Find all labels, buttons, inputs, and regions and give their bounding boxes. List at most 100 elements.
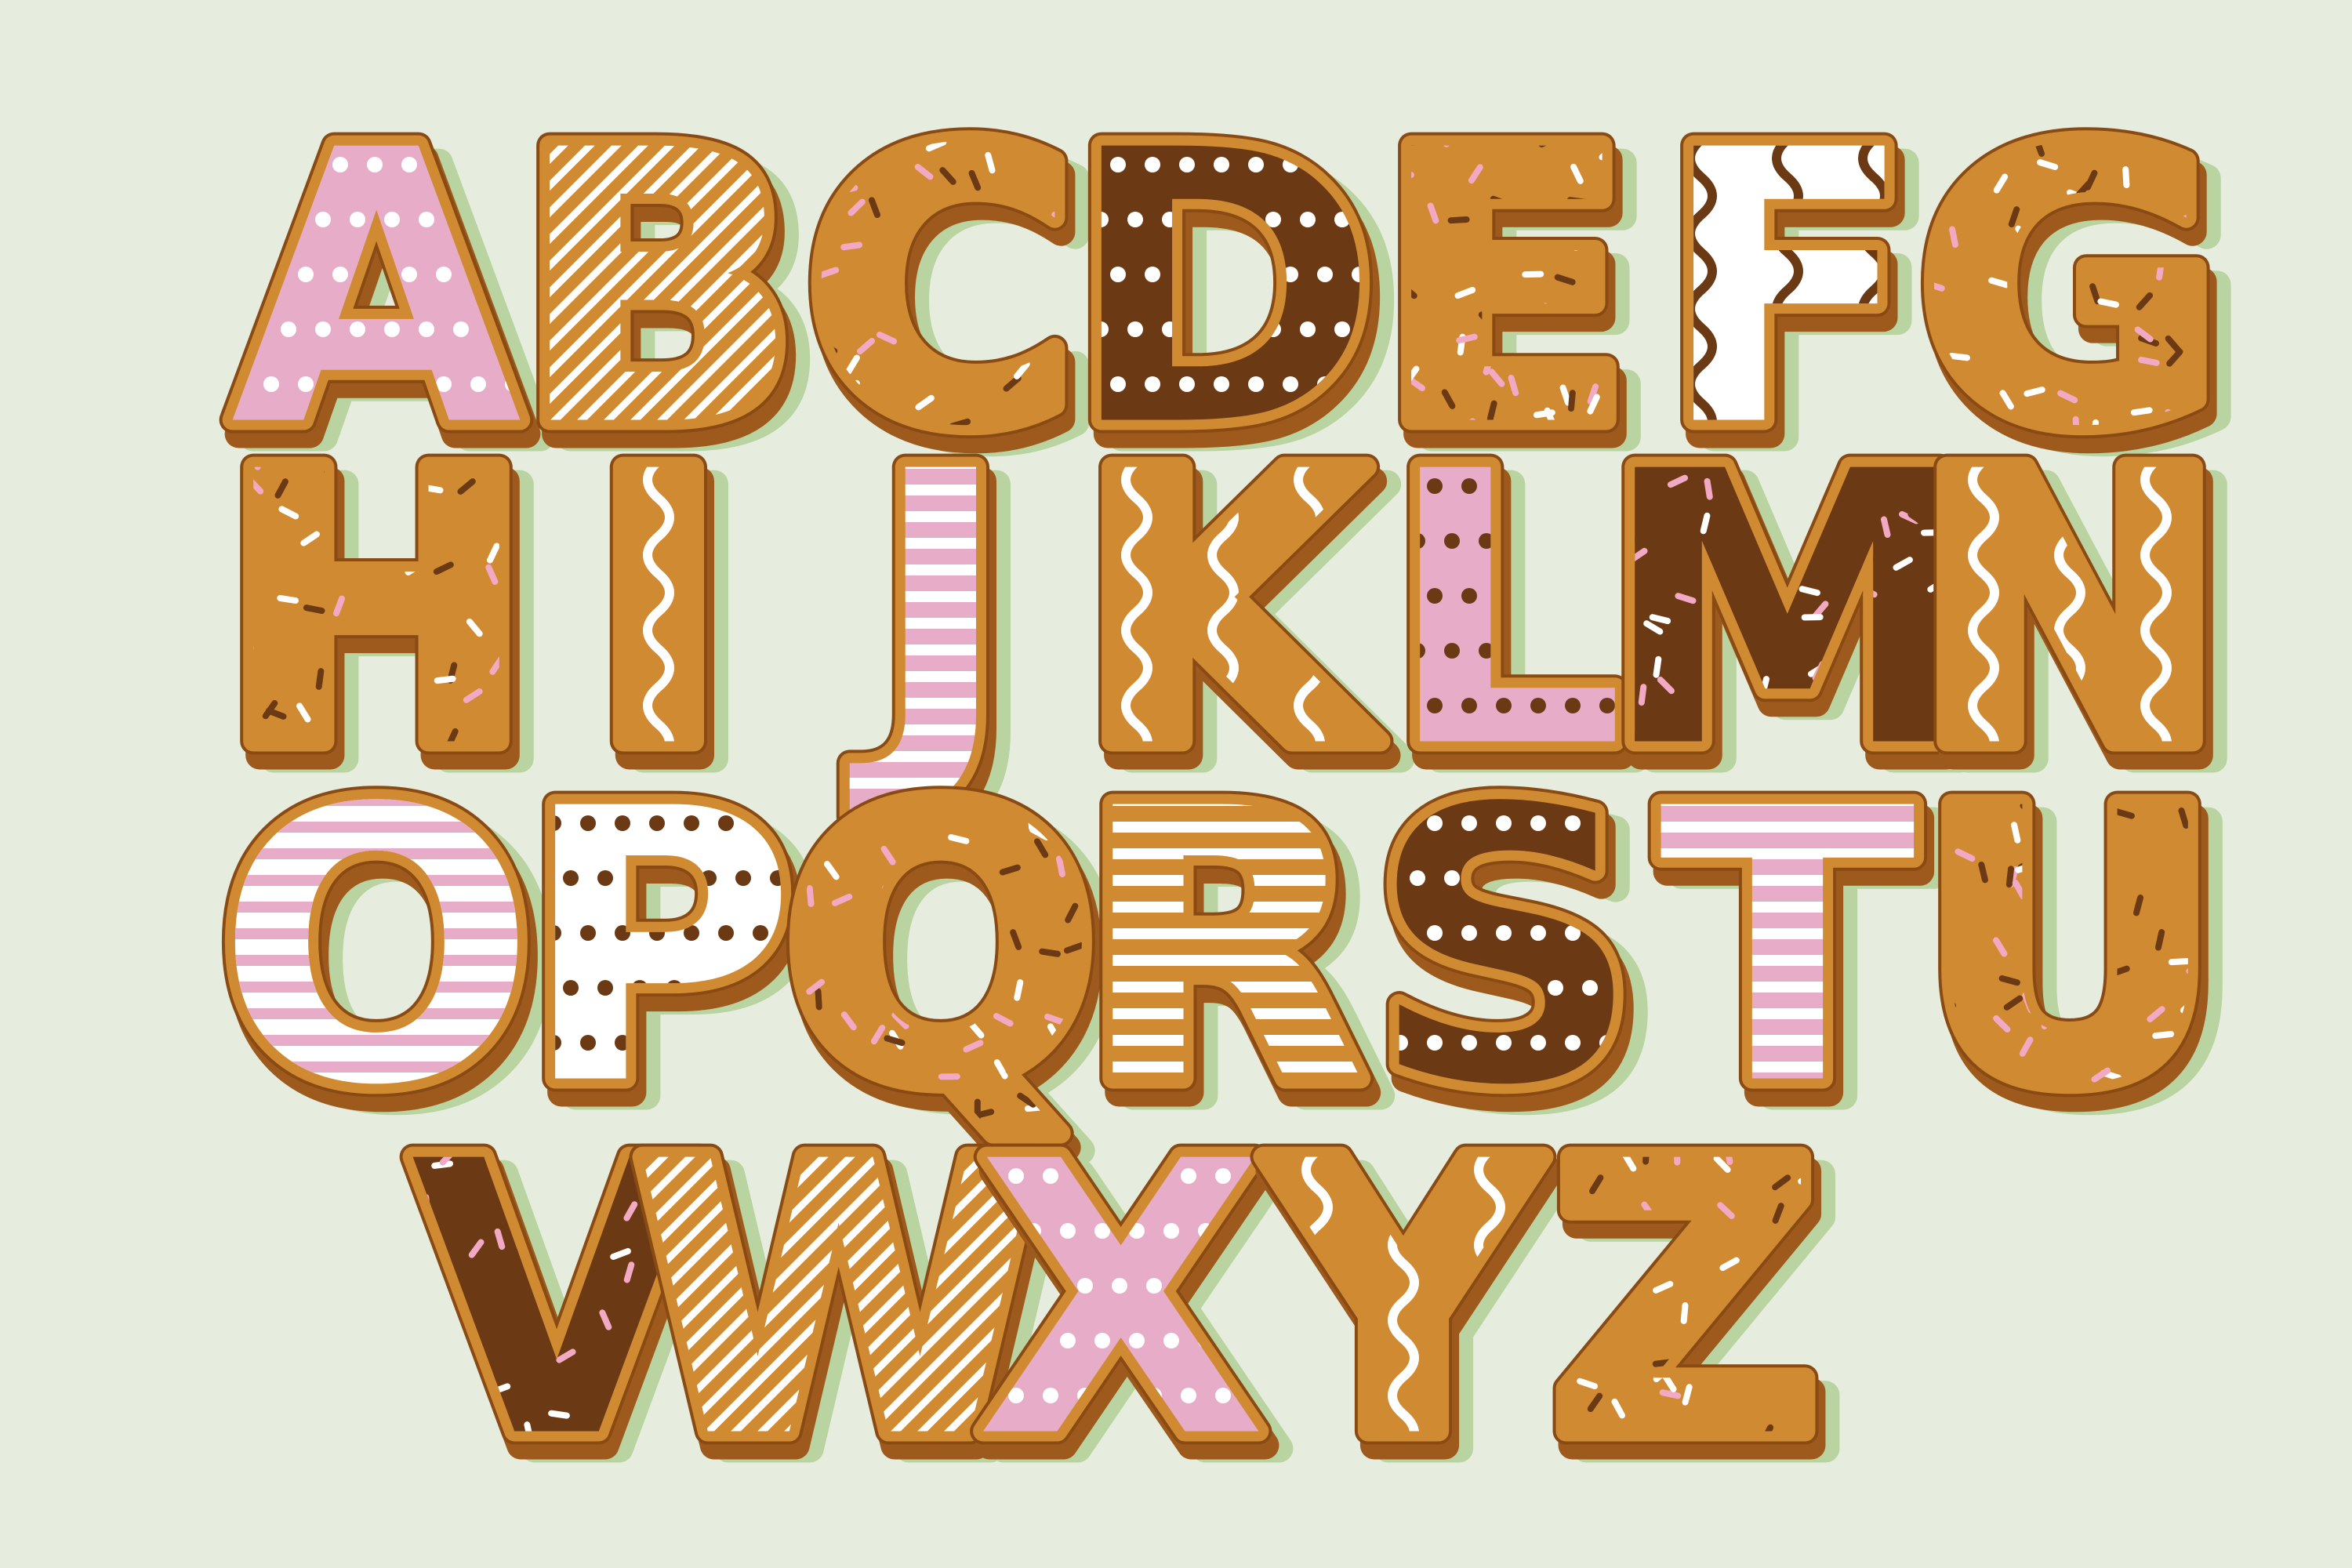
icing-dot [546,1035,561,1051]
icing-dot [1334,102,1350,118]
icing-dot [1548,423,1563,439]
icing-dot [1162,102,1178,118]
icing-dot [1077,1278,1093,1294]
sprinkle [2104,929,2111,952]
sprinkle [328,446,335,469]
icing-bar [1078,902,1368,913]
icing-dot [367,267,383,282]
icing-dot [1198,1333,1214,1348]
icing-dot [1300,102,1316,118]
icing-dot [1410,423,1425,439]
icing-dot [1181,1168,1196,1184]
icing-dot [1317,376,1333,392]
icing-dot [735,980,751,996]
icing-dot [246,212,262,227]
icing-dot [632,870,648,886]
icing-dot [1444,533,1460,549]
sprinkle [1447,216,1470,224]
icing-bar [1078,822,1368,833]
sprinkle [938,1073,960,1080]
icing-dot [1283,376,1298,392]
icing-dot [975,1168,989,1184]
icing-dot [1513,760,1529,776]
icing-dot [230,376,245,392]
icing-dot [1094,1443,1110,1458]
icing-dot [1283,157,1298,172]
icing-dot [350,321,365,337]
icing-dot [1248,267,1264,282]
icing-bar [216,795,537,806]
icing-bar [1078,875,1368,886]
icing-dot [597,980,613,996]
icing-dot [1334,321,1350,337]
icing-dot [1265,321,1281,337]
sprinkle [2122,166,2130,189]
sprinkle [1628,535,1650,543]
icing-dot [1214,267,1229,282]
icing-dot [1110,157,1126,172]
sprinkle [1798,1178,1820,1185]
icing-bar [1659,875,1918,886]
icing-dot [1265,102,1281,118]
icing-dot [1479,870,1494,886]
icing-dot [1231,321,1247,337]
icing-dot [1375,760,1391,776]
icing-dot [1129,1333,1145,1348]
icing-dot [1231,212,1247,227]
icing-dot [281,102,296,118]
icing-dot [1250,1168,1265,1184]
icing-dot [1094,1223,1110,1239]
icing-dot [453,321,469,337]
icing-dot [1392,925,1408,941]
icing-dot [384,212,400,227]
icing-dot [1565,815,1581,831]
icing-bar [1659,1062,1918,1073]
icing-dot [1146,1278,1162,1294]
icing-dot [1094,1333,1110,1348]
icing-dot [1352,157,1367,172]
icing-bar [1659,955,1918,966]
icing-dot [1043,1278,1058,1294]
icing-dot [281,321,296,337]
icing-bar [1078,928,1368,939]
icing-dot [1232,1223,1248,1239]
icing-dot [580,1035,596,1051]
icing-dot [1352,376,1367,392]
icing-dot [597,760,613,776]
icing-dot [1008,1278,1024,1294]
icing-dot [246,321,262,337]
icing-dot [1196,212,1212,227]
icing-dot [1300,212,1316,227]
icing-dot [1427,1035,1443,1051]
sprinkle [518,1450,526,1472]
icing-dot [1162,212,1178,227]
icing-dot [230,267,245,282]
icing-dot [1093,102,1109,118]
icing-dot [1513,533,1529,549]
icing-dot [1496,478,1512,494]
icing-dot [1375,980,1391,996]
icing-dot [1548,643,1563,659]
icing-dot [1214,157,1229,172]
icing-dot [1283,267,1298,282]
icing-bar [1659,928,1918,939]
icing-dot [975,1388,989,1403]
icing-dot [1076,157,1091,172]
icing-dot [1250,1388,1265,1403]
icing-dot [1146,1168,1162,1184]
icing-bar [1659,902,1918,913]
icing-dot [1093,321,1109,337]
icing-dot [1248,376,1264,392]
icing-dot [1461,815,1477,831]
icing-dot [1479,423,1494,439]
icing-bar [216,1008,537,1019]
icing-dot [1392,588,1408,604]
sprinkle [1640,1220,1663,1227]
icing-dot [580,815,596,831]
icing-dot [1513,870,1529,886]
icing-dot [1530,1035,1546,1051]
icing-dot [735,760,751,776]
icing-dot [488,102,503,118]
icing-dot [1232,1333,1248,1348]
icing-dot [1077,1168,1093,1184]
